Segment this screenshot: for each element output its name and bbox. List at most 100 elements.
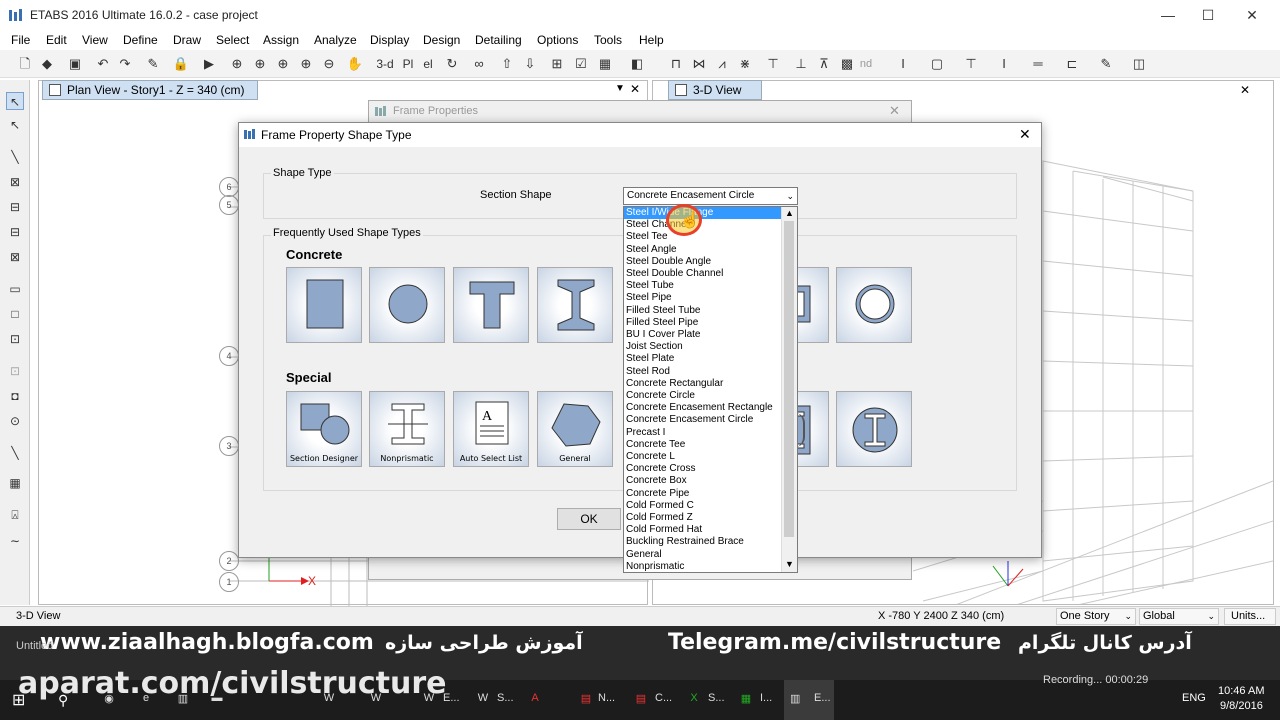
active-taskbar-item[interactable]: ▥ E...	[784, 680, 834, 720]
dropdown-option[interactable]: Buckling Restrained Brace	[626, 536, 744, 548]
area-icon[interactable]: ▢	[928, 55, 946, 73]
nonprismatic-tile[interactable]: Nonprismatic	[369, 391, 445, 467]
dropdown-option[interactable]: Steel Plate	[626, 353, 674, 365]
auto-select-list-tile[interactable]: A Auto Select List	[453, 391, 529, 467]
minimize-button[interactable]: —	[1148, 4, 1188, 26]
dropdown-option[interactable]: Steel Double Angle	[626, 256, 711, 268]
dialog-close-icon[interactable]: ✕	[1019, 126, 1031, 143]
truss-icon[interactable]: ⩘	[713, 55, 731, 73]
zoom-restore-icon[interactable]: ⊕	[251, 55, 269, 73]
zoom-in-icon[interactable]: ⊕	[274, 55, 292, 73]
language-indicator[interactable]: ENG	[1182, 692, 1206, 704]
taskbar-item-label[interactable]: S...	[708, 692, 725, 704]
dropdown-option[interactable]: Concrete L	[626, 451, 675, 463]
concrete-rectangular-tile[interactable]	[286, 267, 362, 343]
dropdown-option[interactable]: Cold Formed C	[626, 500, 694, 512]
draw-point-icon[interactable]: ⊙	[6, 412, 24, 430]
taskbar-item-label[interactable]: I...	[760, 692, 772, 704]
restraint-icon[interactable]: ⊼	[815, 55, 833, 73]
autocad-icon[interactable]: A	[524, 692, 546, 708]
frame-2-icon[interactable]: ⊤	[764, 55, 782, 73]
menu-view[interactable]: View	[82, 33, 108, 47]
draw-frame-icon[interactable]: ⊠	[6, 173, 24, 191]
zoom-window-icon[interactable]: ⊕	[228, 55, 246, 73]
tab-3d-view[interactable]: 3-D View	[668, 80, 762, 100]
draw-slab-icon[interactable]: ◘	[6, 387, 24, 405]
frame-properties-close-icon[interactable]: ✕	[889, 103, 900, 119]
draw-line-icon[interactable]: ╲	[6, 148, 24, 166]
brace-icon[interactable]: ⋈	[690, 55, 708, 73]
view-plan-button[interactable]: Pl	[400, 55, 416, 73]
display-options-icon[interactable]: ▦	[596, 55, 614, 73]
close-window-button[interactable]: ✕	[1232, 4, 1272, 26]
zoom-fit-icon[interactable]: ⊕	[297, 55, 315, 73]
new-model-icon[interactable]: 🗋	[16, 55, 34, 73]
open-icon[interactable]: ◆	[38, 55, 56, 73]
concrete-circle-tile[interactable]	[369, 267, 445, 343]
grid-icon[interactable]: ▦	[6, 474, 24, 492]
section-cut-icon[interactable]: I	[894, 55, 912, 73]
view-elev-button[interactable]: el	[420, 55, 436, 73]
dropdown-option[interactable]: Concrete Circle	[626, 390, 695, 402]
move-up-icon[interactable]: ⇧	[498, 55, 516, 73]
view-3d-button[interactable]: 3-d	[374, 55, 396, 73]
object-shrink-icon[interactable]: ⊞	[548, 55, 566, 73]
word-icon-4[interactable]: W	[472, 692, 494, 708]
clock-time[interactable]: 10:46 AM	[1218, 685, 1264, 697]
pdf-icon-2[interactable]: ▤	[630, 692, 652, 708]
opening-icon[interactable]: ⊏	[1063, 55, 1081, 73]
scrollbar-thumb[interactable]	[784, 221, 794, 537]
draw-beam-icon[interactable]: ⊟	[6, 223, 24, 241]
pencil-icon[interactable]: ✎	[144, 55, 162, 73]
lock-icon[interactable]: 🔒	[172, 55, 190, 73]
menu-options[interactable]: Options	[537, 33, 578, 47]
dropdown-option[interactable]: General	[626, 549, 662, 561]
coord-system-select[interactable]: Global ⌄	[1139, 608, 1219, 625]
menu-edit[interactable]: Edit	[46, 33, 67, 47]
menu-file[interactable]: File	[11, 33, 30, 47]
taskbar-item-label[interactable]: C...	[655, 692, 672, 704]
select-pointer-icon[interactable]: ↖	[6, 92, 24, 110]
menu-detailing[interactable]: Detailing	[475, 33, 522, 47]
menu-define[interactable]: Define	[123, 33, 158, 47]
draw-brace-icon[interactable]: ⊠	[6, 248, 24, 266]
dropdown-option[interactable]: Steel Angle	[626, 244, 677, 256]
beam-icon[interactable]: I	[995, 55, 1013, 73]
plan-view-close-icon[interactable]: ✕	[630, 82, 640, 96]
dropdown-option[interactable]: Concrete Pipe	[626, 488, 689, 500]
dropdown-option[interactable]: Concrete Cross	[626, 463, 695, 475]
perspective-icon[interactable]: ∞	[470, 55, 488, 73]
taskbar-item-label[interactable]: N...	[598, 692, 615, 704]
dimension-icon[interactable]: ⍓	[6, 506, 24, 524]
move-down-icon[interactable]: ⇩	[521, 55, 539, 73]
undo-icon[interactable]: ↶	[94, 55, 112, 73]
plan-view-menu-icon[interactable]: ▼	[615, 83, 625, 94]
dropdown-option[interactable]: Cold Formed Z	[626, 512, 693, 524]
zoom-out-icon[interactable]: ⊖	[320, 55, 338, 73]
menu-select[interactable]: Select	[216, 33, 249, 47]
layout-icon[interactable]: ◫	[1130, 55, 1148, 73]
dropdown-option[interactable]: BU I Cover Plate	[626, 329, 700, 341]
tendon-icon[interactable]: ∼	[6, 532, 24, 550]
tab-plan-view[interactable]: Plan View - Story1 - Z = 340 (cm)	[42, 80, 258, 100]
redo-icon[interactable]: ↷	[116, 55, 134, 73]
pan-icon[interactable]: ✋	[346, 55, 364, 73]
menu-assign[interactable]: Assign	[263, 33, 299, 47]
section-shape-dropdown-list[interactable]: Steel I/Wide Flange Steel Channel Steel …	[623, 206, 798, 573]
ipt-icon[interactable]: ▦	[735, 692, 757, 708]
clock-date[interactable]: 9/8/2016	[1220, 700, 1263, 712]
draw-opening-icon[interactable]: ⊡	[6, 362, 24, 380]
dropdown-option[interactable]: Steel Tee	[626, 231, 668, 243]
dropdown-option[interactable]: Steel Pipe	[626, 292, 672, 304]
save-icon[interactable]: ▣	[66, 55, 84, 73]
maximize-button[interactable]: ☐	[1188, 4, 1228, 26]
dropdown-option[interactable]: Concrete Encasement Circle	[626, 414, 753, 426]
column-icon[interactable]: ⊤	[962, 55, 980, 73]
general-tile[interactable]: General	[537, 391, 613, 467]
dropdown-scrollbar[interactable]: ▲ ▼	[781, 207, 797, 572]
section-designer-tile[interactable]: Section Designer	[286, 391, 362, 467]
link-icon[interactable]: ⋇	[736, 55, 754, 73]
wall-icon[interactable]: ═	[1029, 55, 1047, 73]
run-icon[interactable]: ▶	[200, 55, 218, 73]
node-button[interactable]: nd	[858, 55, 874, 73]
